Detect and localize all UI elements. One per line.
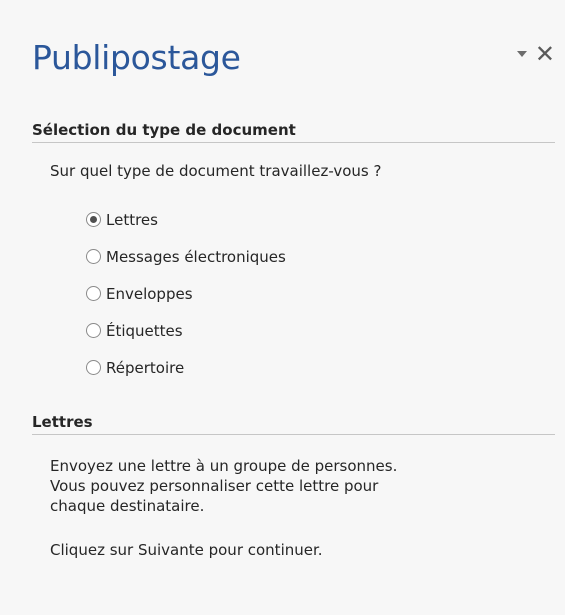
description-line: chaque destinataire. [50, 497, 205, 515]
radio-option-repertoire[interactable]: Répertoire [86, 349, 286, 386]
continue-instruction: Cliquez sur Suivante pour continuer. [50, 541, 323, 559]
radio-button-icon[interactable] [86, 212, 101, 227]
selected-type-description: Envoyez une lettre à un groupe de person… [50, 456, 550, 516]
document-type-section-header: Sélection du type de document [32, 121, 555, 143]
radio-option-label: Enveloppes [106, 284, 193, 303]
description-line: Vous pouvez personnaliser cette lettre p… [50, 477, 379, 495]
radio-button-icon[interactable] [86, 360, 101, 375]
radio-button-icon[interactable] [86, 286, 101, 301]
radio-option-label: Messages électroniques [106, 247, 286, 266]
close-icon[interactable]: ✕ [535, 42, 555, 66]
radio-option-enveloppes[interactable]: Enveloppes [86, 275, 286, 312]
radio-button-icon[interactable] [86, 323, 101, 338]
radio-option-label: Lettres [106, 210, 158, 229]
radio-option-etiquettes[interactable]: Étiquettes [86, 312, 286, 349]
radio-option-label: Répertoire [106, 358, 185, 377]
pane-controls: ✕ [516, 42, 555, 66]
selected-type-section-header: Lettres [32, 413, 555, 435]
pane-title: Publipostage [32, 38, 241, 77]
mail-merge-pane: Publipostage ✕ Sélection du type de docu… [0, 0, 565, 615]
radio-option-label: Étiquettes [106, 321, 183, 340]
document-type-question: Sur quel type de document travaillez-vou… [50, 162, 382, 180]
document-type-radio-group: Lettres Messages électroniques Enveloppe… [86, 201, 286, 386]
triangle-down-icon[interactable] [516, 51, 527, 57]
radio-option-messages-electroniques[interactable]: Messages électroniques [86, 238, 286, 275]
radio-option-lettres[interactable]: Lettres [86, 201, 286, 238]
radio-button-icon[interactable] [86, 249, 101, 264]
radio-selected-dot [90, 216, 97, 223]
description-line: Envoyez une lettre à un groupe de person… [50, 457, 398, 475]
